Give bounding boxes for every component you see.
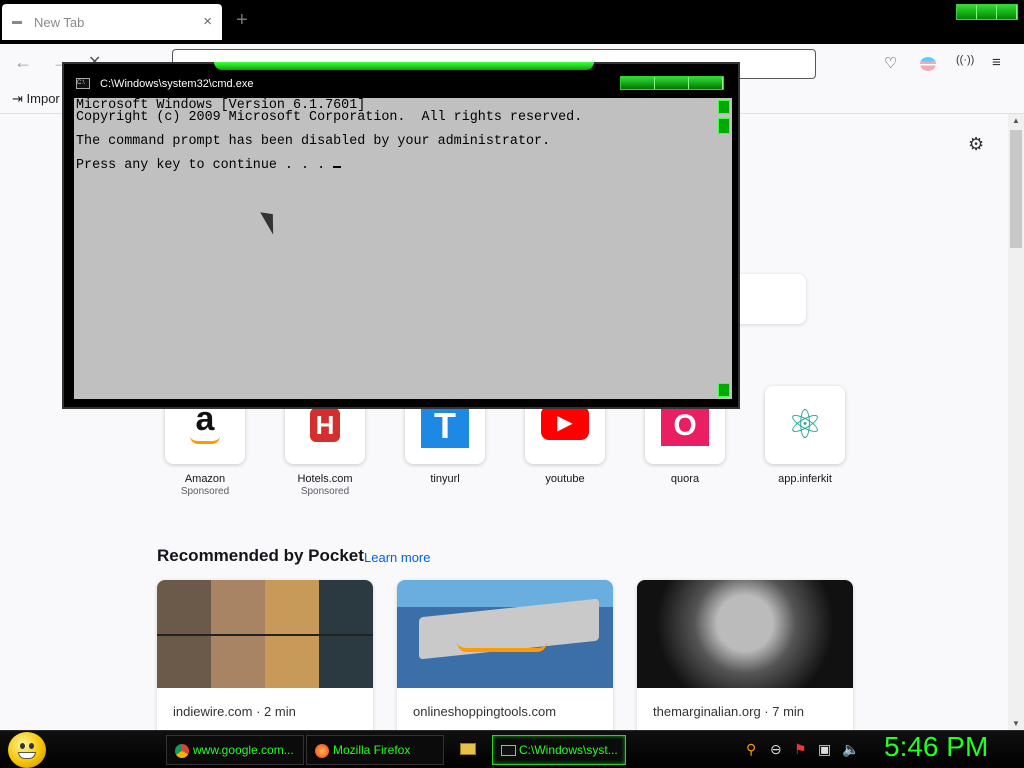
import-bookmarks-button[interactable]: ⇥ Impor	[12, 91, 60, 107]
shortcut-name: youtube	[545, 473, 585, 485]
taskbar-item-label: Mozilla Firefox	[333, 743, 411, 757]
cmd-scroll-down-button[interactable]	[718, 383, 730, 397]
maximize-button[interactable]	[977, 5, 997, 19]
cmd-title: C:\Windows\system32\cmd.exe	[100, 78, 254, 90]
cmd-icon: C:\	[76, 78, 90, 89]
sponsored-label: Sponsored	[180, 486, 230, 497]
shortcut-inferkit[interactable]: ⚛ app.inferkit	[755, 386, 855, 485]
firefox-icon	[315, 744, 329, 758]
back-button[interactable]: ←	[14, 52, 32, 73]
shortcut-name: quora	[670, 473, 700, 485]
quora-logo-icon: O	[661, 406, 709, 446]
react-atom-icon: ⚛	[787, 403, 823, 447]
pocket-card[interactable]: themarginalian.org · 7 min	[637, 580, 853, 730]
tab-title: New Tab	[34, 15, 85, 30]
browser-tabstrip: ▬ New Tab × +	[0, 0, 1024, 44]
card-image	[157, 580, 373, 688]
hotels-logo-icon: H	[310, 408, 340, 442]
scroll-thumb[interactable]	[1010, 130, 1022, 248]
shortcut-name: Amazon	[184, 473, 226, 485]
taskbar: www.google.com... Mozilla Firefox C:\Win…	[0, 730, 1024, 768]
network-icon[interactable]: ▣	[818, 741, 831, 758]
youtube-logo-icon: ▶	[541, 406, 589, 440]
window-controls[interactable]	[956, 4, 1018, 20]
account-avatar-icon[interactable]	[920, 57, 936, 71]
tab-favicon-icon: ▬	[12, 16, 22, 27]
page-scrollbar[interactable]: ▲ ▼	[1008, 114, 1024, 730]
close-button[interactable]	[997, 5, 1017, 19]
pocket-card[interactable]: indiewire.com · 2 min	[157, 580, 373, 730]
shortcut-name: tinyurl	[430, 473, 460, 485]
taskbar-item-label: www.google.com...	[193, 743, 294, 757]
card-source: themarginalian.org · 7 min	[653, 704, 805, 719]
pocket-heading: Recommended by Pocket	[157, 546, 364, 565]
smiley-eye	[29, 743, 34, 749]
cmd-window-controls[interactable]	[620, 76, 724, 90]
cmd-window[interactable]: C:\ C:\Windows\system32\cmd.exe Microsof…	[62, 62, 740, 409]
search-icon[interactable]: ⚲	[746, 741, 756, 758]
cmd-close-button[interactable]	[689, 77, 723, 89]
action-center-flag-icon[interactable]: ⚑	[794, 741, 807, 758]
new-tab-button[interactable]: +	[236, 10, 248, 30]
smiley-mouth	[18, 752, 36, 759]
text-cursor	[333, 166, 342, 168]
taskbar-item-firefox[interactable]: Mozilla Firefox	[306, 735, 444, 765]
tinyurl-logo-icon: T	[421, 404, 469, 448]
console-prompt: Press any key to continue . . .	[76, 158, 334, 173]
gear-icon[interactable]: ⚙	[968, 134, 984, 155]
menu-icon[interactable]: ≡	[992, 54, 1001, 71]
minimize-button[interactable]	[957, 5, 977, 19]
shortcut-name: app.inferkit	[778, 473, 832, 485]
sponsored-label: Sponsored	[300, 486, 350, 497]
start-button[interactable]	[8, 732, 46, 768]
chrome-icon	[175, 744, 189, 758]
cmd-console[interactable]: Microsoft Windows [Version 6.1.7601] Cop…	[74, 98, 716, 399]
scroll-down-icon[interactable]: ▼	[1012, 719, 1020, 728]
pocket-card[interactable]: onlineshoppingtools.com	[397, 580, 613, 730]
title-glow	[214, 62, 594, 70]
amazon-smile-icon	[190, 436, 220, 444]
cmd-scroll-up-button[interactable]	[718, 100, 730, 114]
console-line: The command prompt has been disabled by …	[76, 134, 551, 149]
cmd-minimize-button[interactable]	[621, 77, 655, 89]
import-bookmarks-label: Impor	[26, 91, 60, 106]
extension-icon[interactable]: ((·))	[956, 54, 974, 66]
cmd-scroll-thumb[interactable]	[718, 118, 730, 134]
taskbar-clock[interactable]: 5:46 PM	[884, 731, 988, 763]
minus-circle-icon[interactable]: ⊖	[770, 741, 782, 758]
shortcut-tile[interactable]: ⚛	[765, 386, 845, 464]
cmd-small-icon	[501, 745, 516, 756]
cmd-scrollbar[interactable]	[716, 98, 732, 399]
pocket-icon[interactable]: ♡	[884, 54, 897, 72]
import-icon: ⇥	[12, 91, 23, 106]
folder-icon[interactable]	[460, 743, 476, 755]
tab-close-button[interactable]: ×	[203, 13, 212, 30]
card-image	[397, 580, 613, 688]
shortcut-name: Hotels.com	[297, 473, 353, 485]
cmd-maximize-button[interactable]	[655, 77, 689, 89]
console-line: Copyright (c) 2009 Microsoft Corporation…	[76, 110, 583, 125]
smiley-eye	[20, 743, 25, 749]
volume-icon[interactable]: 🔈	[842, 741, 859, 758]
desktop-screen: ▬ New Tab × + ← → ✕ ♡ ((·)) ≡ ⇥ Impor ⚙	[0, 0, 1024, 768]
taskbar-item-chrome[interactable]: www.google.com...	[166, 735, 304, 765]
card-image	[637, 580, 853, 688]
card-source: onlineshoppingtools.com	[413, 704, 557, 719]
taskbar-item-label: C:\Windows\syst...	[519, 743, 618, 757]
taskbar-item-cmd[interactable]: C:\Windows\syst...	[492, 735, 626, 765]
pocket-learn-more-link[interactable]: Learn more	[364, 550, 430, 565]
card-source: indiewire.com · 2 min	[173, 704, 296, 719]
scroll-up-icon[interactable]: ▲	[1012, 116, 1020, 125]
tab-new-tab[interactable]: ▬ New Tab ×	[2, 4, 222, 40]
